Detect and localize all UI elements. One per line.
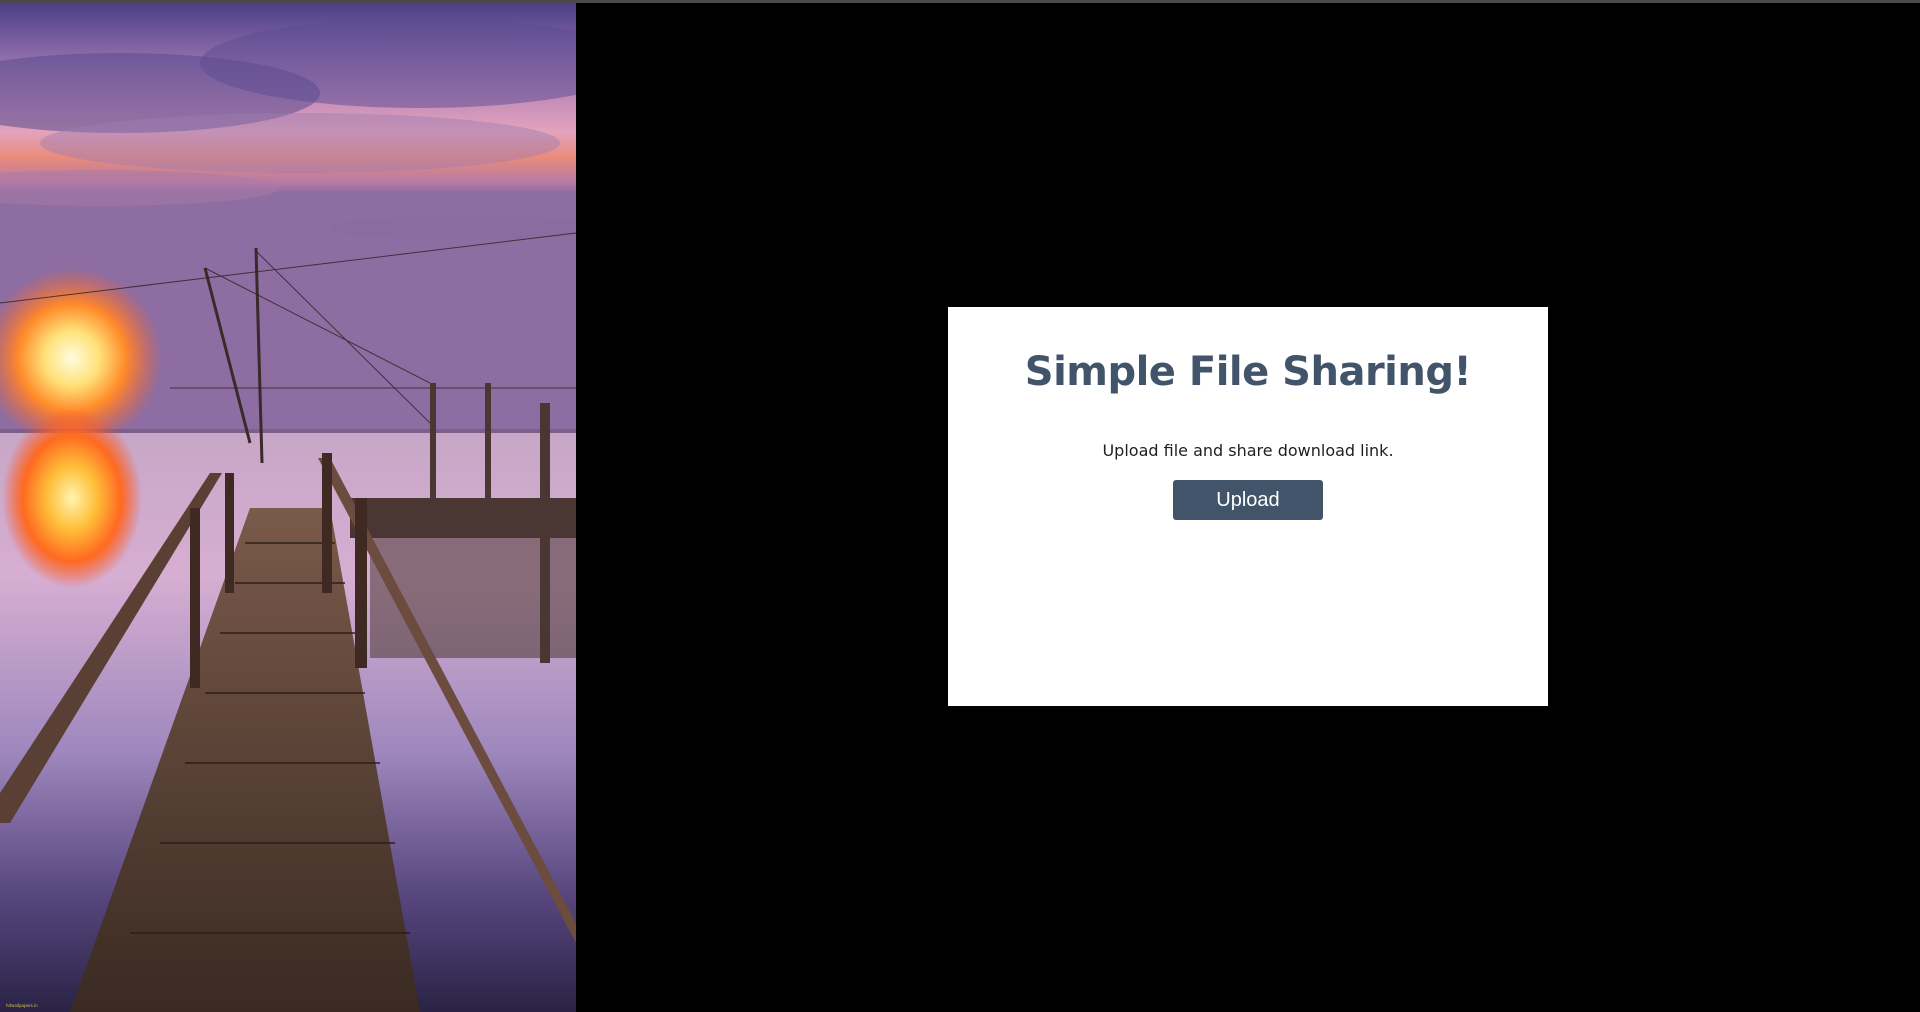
page-title: Simple File Sharing! xyxy=(1024,349,1472,395)
sunset-pier-photo: hdwallpapers.in xyxy=(0,3,576,1012)
card-description: Upload file and share download link. xyxy=(1102,441,1394,460)
photo-watermark: hdwallpapers.in xyxy=(6,1003,38,1008)
upload-card: Simple File Sharing! Upload file and sha… xyxy=(948,307,1548,706)
upload-button[interactable]: Upload xyxy=(1173,480,1323,520)
